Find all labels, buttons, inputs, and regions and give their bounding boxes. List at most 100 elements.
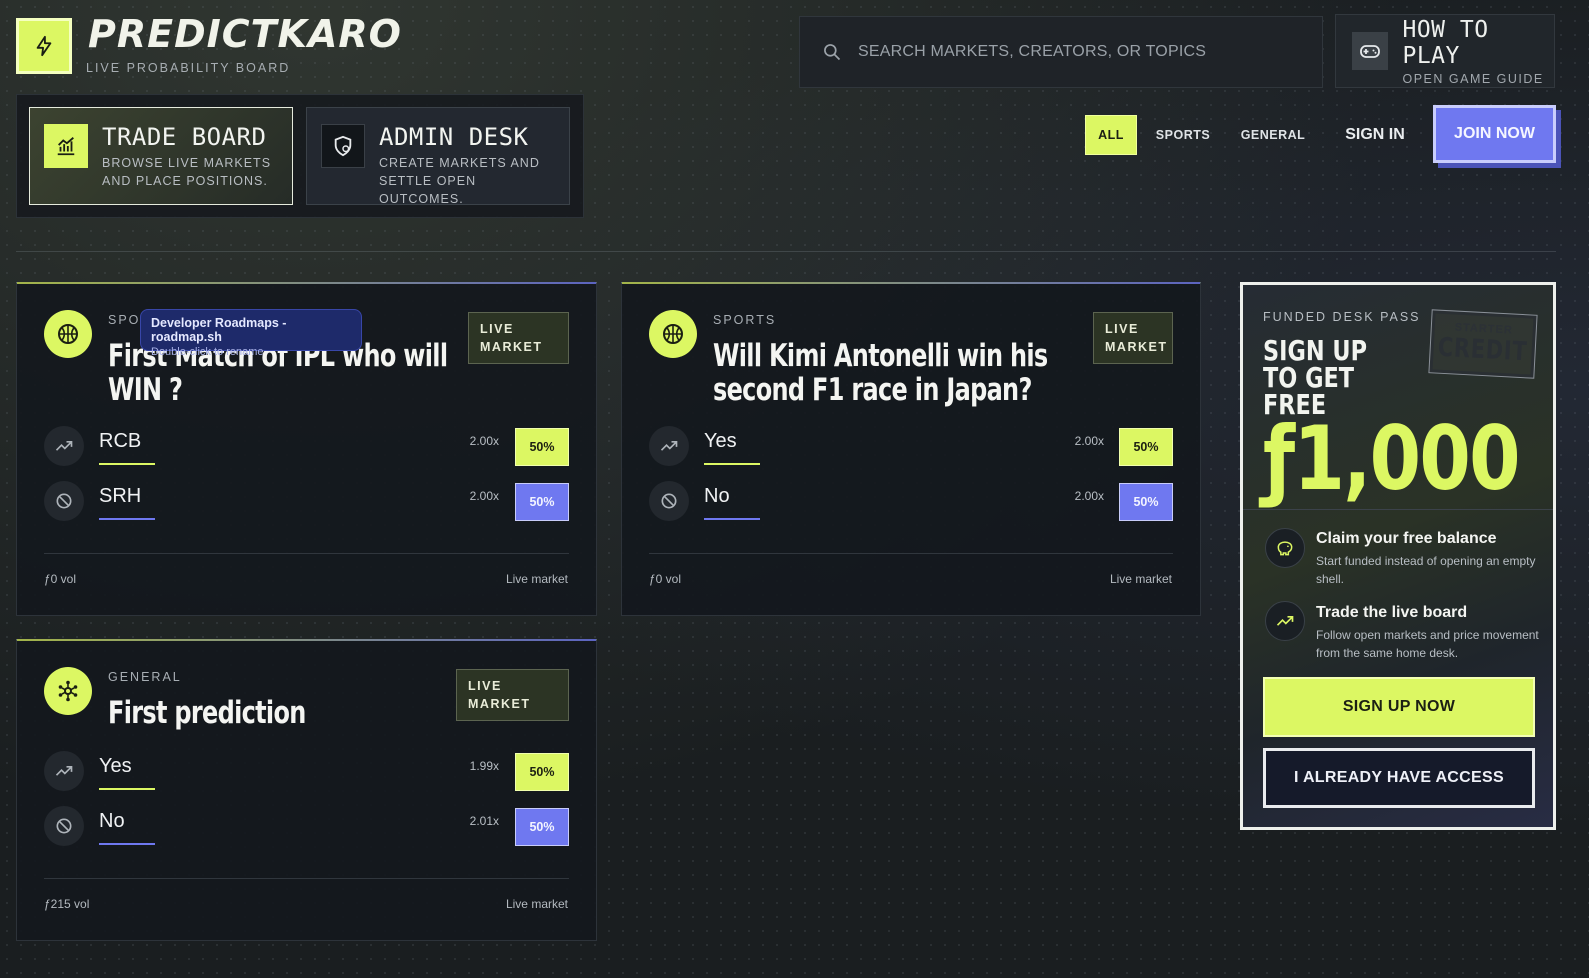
starter-credit-stamp: STARTER CREDIT [1428,309,1538,379]
option-underline [99,788,155,790]
market-title[interactable]: First prediction [108,696,306,730]
brand-subtitle: LIVE PROBABILITY BOARD [86,61,291,75]
card-divider [44,878,569,879]
option-yes-percent-button[interactable]: 50% [1119,428,1173,466]
search-icon [824,44,841,61]
already-have-access-button[interactable]: I ALREADY HAVE ACCESS [1263,748,1535,808]
market-status: Live market [1109,572,1172,586]
perk-title: Claim your free balance [1316,530,1497,547]
option-underline [704,518,760,520]
sports-ball-icon [44,310,92,358]
option-no-percent-button[interactable]: 50% [515,483,569,521]
option-multiplier: 1.99x [469,759,499,773]
option-underline [99,463,155,465]
option-label[interactable]: No [704,485,730,508]
option-no-percent-button[interactable]: 50% [515,808,569,846]
admin-desk-desc-2: SETTLE OPEN OUTCOMES. [379,174,477,206]
filter-sports[interactable]: SPORTS [1150,115,1216,155]
option-yes-percent-button[interactable]: 50% [515,428,569,466]
option-yes-percent-button[interactable]: 50% [515,753,569,791]
promo-headline-line: TO GET [1263,361,1355,394]
how-to-play-button[interactable]: HOW TO PLAY OPEN GAME GUIDE [1335,14,1555,88]
section-divider [16,251,1556,252]
promo-headline: SIGN UP TO GET FREE [1263,334,1383,419]
network-icon [44,667,92,715]
tooltip-subtitle: Double-click to rename [151,346,264,358]
brand-logo[interactable] [16,18,72,74]
market-category: SPORTS [713,313,777,327]
join-now-button[interactable]: JOIN NOW [1433,105,1556,163]
admin-desk-title: ADMIN DESK [379,123,529,151]
trade-board-title: TRADE BOARD [102,123,267,151]
admin-desk-button[interactable]: ADMIN DESK CREATE MARKETS AND SETTLE OPE… [306,107,570,206]
option-no-percent-button[interactable]: 50% [1119,483,1173,521]
market-volume: ƒ215 vol [44,897,90,911]
sign-in-button[interactable]: SIGN IN [1333,115,1417,155]
option-multiplier: 2.00x [469,434,499,448]
how-to-play-title: HOW TO PLAY [1402,16,1489,69]
market-title-line: Will Kimi Antonelli win his [713,338,1048,374]
option-multiplier: 2.00x [469,489,499,503]
market-status: Live market [505,897,568,911]
promo-amount: ƒ1,000 [1263,407,1521,510]
bolt-icon [36,35,52,57]
tab-rename-tooltip: Developer Roadmaps - roadmap.sh Double-c… [140,309,362,358]
chart-icon [44,124,88,168]
trade-board-desc-1: BROWSE LIVE MARKETS [102,156,272,170]
tooltip-title: Developer Roadmaps - roadmap.sh [151,316,287,344]
market-volume: ƒ0 vol [44,572,77,586]
live-market-badge: LIVE MARKET [468,312,569,364]
option-underline [99,843,155,845]
market-title[interactable]: Will Kimi Antonelli win his second F1 ra… [713,339,1048,407]
sports-ball-icon [649,310,697,358]
card-divider [44,553,569,554]
live-market-badge: LIVE MARKET [456,669,569,721]
stamp-big-text: CREDIT [1437,332,1529,368]
perk-title: Trade the live board [1316,604,1468,621]
market-title-line: First prediction [108,695,306,731]
ban-icon [649,481,689,521]
option-multiplier: 2.00x [1074,489,1104,503]
market-title-line: WIN ? [108,372,183,408]
brand-title[interactable]: PREDICTKARO [88,12,402,56]
option-underline [99,518,155,520]
trend-up-icon [44,751,84,791]
option-label[interactable]: RCB [99,430,141,453]
trend-up-icon [649,426,689,466]
promo-headline-line: SIGN UP [1263,334,1368,367]
market-status: Live market [505,572,568,586]
filter-all[interactable]: ALL [1085,115,1137,155]
promo-kicker: FUNDED DESK PASS [1263,310,1421,324]
trend-up-icon [1265,601,1305,641]
admin-desk-desc-1: CREATE MARKETS AND [379,156,540,170]
signup-promo-panel: FUNDED DESK PASS STARTER CREDIT SIGN UP … [1240,282,1556,830]
search-bar[interactable] [799,16,1323,88]
market-card[interactable]: GENERAL First prediction LIVE MARKET Yes… [16,639,597,941]
search-input[interactable] [858,43,1278,61]
option-label[interactable]: No [99,810,125,833]
gamepad-icon [1352,32,1389,70]
perk-description: Start funded instead of opening an empty… [1316,554,1536,586]
filter-general[interactable]: GENERAL [1233,115,1313,155]
market-volume: ƒ0 vol [649,572,682,586]
trade-board-button[interactable]: TRADE BOARD BROWSE LIVE MARKETS AND PLAC… [29,107,293,205]
option-multiplier: 2.00x [1074,434,1104,448]
perk-description: Follow open markets and price movement f… [1316,628,1539,660]
market-title-line: second F1 race in Japan? [713,372,1032,408]
option-multiplier: 2.01x [469,814,499,828]
market-card[interactable]: SPORTS Will Kimi Antonelli win his secon… [621,282,1201,616]
option-label[interactable]: SRH [99,485,141,508]
market-category: GENERAL [108,670,182,684]
option-label[interactable]: Yes [704,430,737,453]
option-underline [704,463,760,465]
badge-line: LIVE [480,322,514,336]
badge-line: LIVE [1105,322,1139,336]
shield-icon [321,124,365,168]
sign-up-now-button[interactable]: SIGN UP NOW [1263,677,1535,737]
ban-icon [44,806,84,846]
piggy-bank-icon [1265,528,1305,568]
how-to-play-subtitle: OPEN GAME GUIDE [1402,71,1544,86]
card-divider [649,553,1173,554]
option-label[interactable]: Yes [99,755,132,778]
trade-board-desc-2: AND PLACE POSITIONS. [102,174,268,188]
